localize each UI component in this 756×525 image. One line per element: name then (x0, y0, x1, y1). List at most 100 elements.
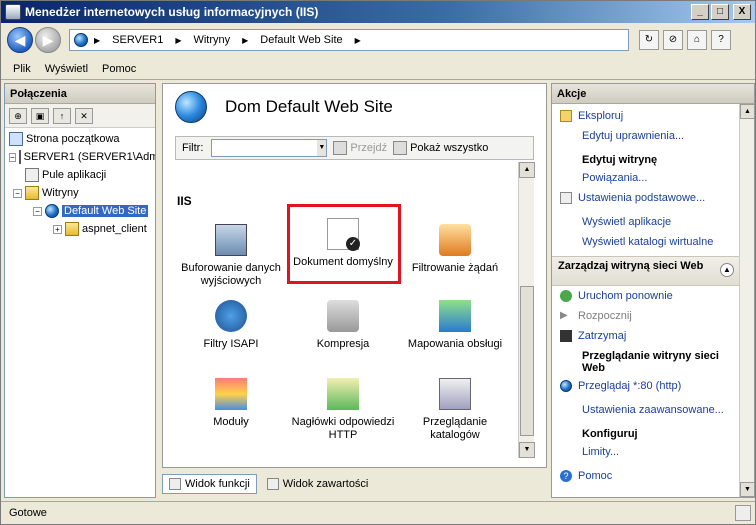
go-button[interactable]: Przejdź (333, 141, 387, 155)
server-icon (18, 150, 21, 164)
action-label: Ustawienia podstawowe... (578, 192, 706, 204)
menu-bar: Plik Wyświetl Pomoc (1, 58, 755, 80)
save-icon[interactable]: ▣ (31, 107, 49, 124)
action-help[interactable]: ? Pomoc (552, 466, 740, 486)
scroll-up-icon[interactable]: ▲ (740, 104, 755, 119)
menu-help[interactable]: Pomoc (102, 63, 136, 75)
collapse-section-icon[interactable]: ▲ (720, 263, 734, 277)
section-label: Zarządzaj witryną sieci Web (558, 260, 704, 272)
action-basic-settings[interactable]: Ustawienia podstawowe... (552, 188, 740, 208)
action-start[interactable]: ▶ Rozpocznij (552, 306, 740, 326)
tree-item-label: Pule aplikacji (42, 169, 107, 181)
action-view-apps[interactable]: Wyświetl aplikacje (552, 212, 740, 232)
action-label: Ustawienia zaawansowane... (582, 404, 724, 416)
tree-item-app-pools[interactable]: Pule aplikacji (5, 166, 155, 184)
close-button[interactable]: X (733, 4, 751, 20)
feature-request-filtering[interactable]: Filtrowanie żądań (399, 224, 511, 275)
settings-icon (560, 192, 572, 204)
connections-toolbar: ⊕ ▣ ↑ ✕ (5, 104, 155, 128)
collapse-icon[interactable]: − (13, 188, 22, 198)
scroll-down-icon[interactable]: ▼ (519, 442, 535, 458)
menu-view[interactable]: Wyświetl (45, 63, 88, 75)
tree-item-start-page[interactable]: Strona początkowa (5, 130, 155, 148)
tab-features-view[interactable]: Widok funkcji (162, 474, 257, 494)
address-segment-server[interactable]: SERVER1 (112, 34, 163, 46)
action-bindings[interactable]: Powiązania... (552, 168, 740, 188)
tree-item-label: Witryny (42, 187, 79, 199)
scroll-down-icon[interactable]: ▼ (740, 482, 755, 497)
action-limits[interactable]: Limity... (552, 442, 740, 462)
feature-label: Buforowanie danych wyjściowych (181, 262, 281, 287)
tree-item-label: SERVER1 (SERVER1\Administrator) (23, 151, 155, 163)
tab-content-view[interactable]: Widok zawartości (261, 474, 375, 494)
action-advanced-settings[interactable]: Ustawienia zaawansowane... (552, 400, 740, 420)
chevron-down-icon[interactable]: ▼ (317, 140, 327, 156)
tree-item-default-web-site[interactable]: − Default Web Site (5, 202, 155, 220)
feature-compression[interactable]: Kompresja (287, 300, 399, 351)
feature-http-response-headers[interactable]: Nagłówki odpowiedzi HTTP (287, 378, 399, 442)
refresh-icon[interactable]: ↻ (639, 30, 659, 50)
up-folder-icon[interactable]: ↑ (53, 107, 71, 124)
restart-icon (560, 290, 572, 302)
forward-button[interactable]: ▶ (35, 27, 61, 53)
address-bar[interactable]: ▶ SERVER1 ▶ Witryny ▶ Default Web Site ▶ (69, 29, 629, 51)
action-edit-permissions[interactable]: Edytuj uprawnienia... (552, 126, 740, 146)
app-pool-icon (25, 168, 39, 182)
back-button[interactable]: ◀ (7, 27, 33, 53)
feature-output-caching[interactable]: Buforowanie danych wyjściowych (175, 224, 287, 288)
go-label: Przejdź (350, 142, 388, 154)
action-label: Przeglądaj *:80 (http) (578, 380, 682, 392)
tree-item-aspnet-client[interactable]: + aspnet_client (5, 220, 155, 238)
feature-isapi-filters[interactable]: Filtry ISAPI (175, 300, 287, 351)
status-text: Gotowe (9, 507, 47, 519)
connections-tree: Strona początkowa − SERVER1 (SERVER1\Adm… (5, 128, 155, 238)
website-globe-icon (45, 204, 59, 218)
disconnect-icon[interactable]: ✕ (75, 107, 93, 124)
action-explore[interactable]: Eksploruj (552, 106, 740, 126)
address-segment-sites[interactable]: Witryny (193, 34, 230, 46)
tree-item-server[interactable]: − SERVER1 (SERVER1\Administrator) (5, 148, 155, 166)
collapse-icon[interactable]: − (33, 206, 42, 216)
action-label: Powiązania... (582, 172, 648, 184)
action-view-vdirs[interactable]: Wyświetl katalogi wirtualne (552, 232, 740, 252)
action-label: Rozpocznij (578, 310, 632, 322)
menu-file[interactable]: Plik (13, 63, 31, 75)
connect-icon[interactable]: ⊕ (9, 107, 27, 124)
filter-label: Filtr: (182, 142, 204, 154)
features-scrollbar[interactable]: ▲ ▼ (518, 162, 535, 458)
action-label: Wyświetl katalogi wirtualne (582, 236, 714, 248)
action-label: Eksploruj (578, 110, 624, 122)
scroll-thumb[interactable] (520, 286, 534, 436)
expand-icon[interactable]: + (53, 224, 62, 234)
isapi-filters-icon (215, 300, 247, 332)
action-stop[interactable]: Zatrzymaj (552, 326, 740, 346)
tree-item-sites[interactable]: − Witryny (5, 184, 155, 202)
feature-group-label: IIS (177, 194, 192, 208)
maximize-button[interactable]: □ (711, 4, 729, 20)
start-page-icon (9, 132, 23, 146)
home-icon[interactable]: ⌂ (687, 30, 707, 50)
help-icon[interactable]: ? (711, 30, 731, 50)
filter-input[interactable]: ▼ (211, 139, 328, 157)
feature-handler-mappings[interactable]: Mapowania obsługi (399, 300, 511, 351)
help-icon: ? (560, 470, 572, 482)
actions-scrollbar[interactable]: ▲ ▼ (739, 104, 755, 497)
stop-icon (560, 330, 572, 342)
section-manage-site[interactable]: Zarządzaj witryną sieci Web ▲ (552, 256, 740, 286)
iis-app-icon (5, 4, 21, 20)
feature-directory-browsing[interactable]: Przeglądanie katalogów (399, 378, 511, 442)
action-restart[interactable]: Uruchom ponownie (552, 286, 740, 306)
connections-title: Połączenia (5, 84, 155, 104)
collapse-icon[interactable]: − (9, 152, 16, 162)
address-segment-site[interactable]: Default Web Site (260, 34, 342, 46)
show-all-button[interactable]: Pokaż wszystko (393, 141, 488, 155)
action-browse[interactable]: Przeglądaj *:80 (http) (552, 376, 740, 396)
minimize-button[interactable]: _ (691, 4, 709, 20)
scroll-up-icon[interactable]: ▲ (519, 162, 535, 178)
connections-pane: Połączenia ⊕ ▣ ↑ ✕ Strona początkowa − S… (4, 83, 156, 498)
tree-item-label: Default Web Site (62, 205, 149, 217)
sites-icon (25, 186, 39, 200)
stop-icon[interactable]: ⊘ (663, 30, 683, 50)
feature-modules[interactable]: Moduły (175, 378, 287, 429)
nav-toolbar: ↻ ⊘ ⌂ ? (637, 30, 733, 50)
